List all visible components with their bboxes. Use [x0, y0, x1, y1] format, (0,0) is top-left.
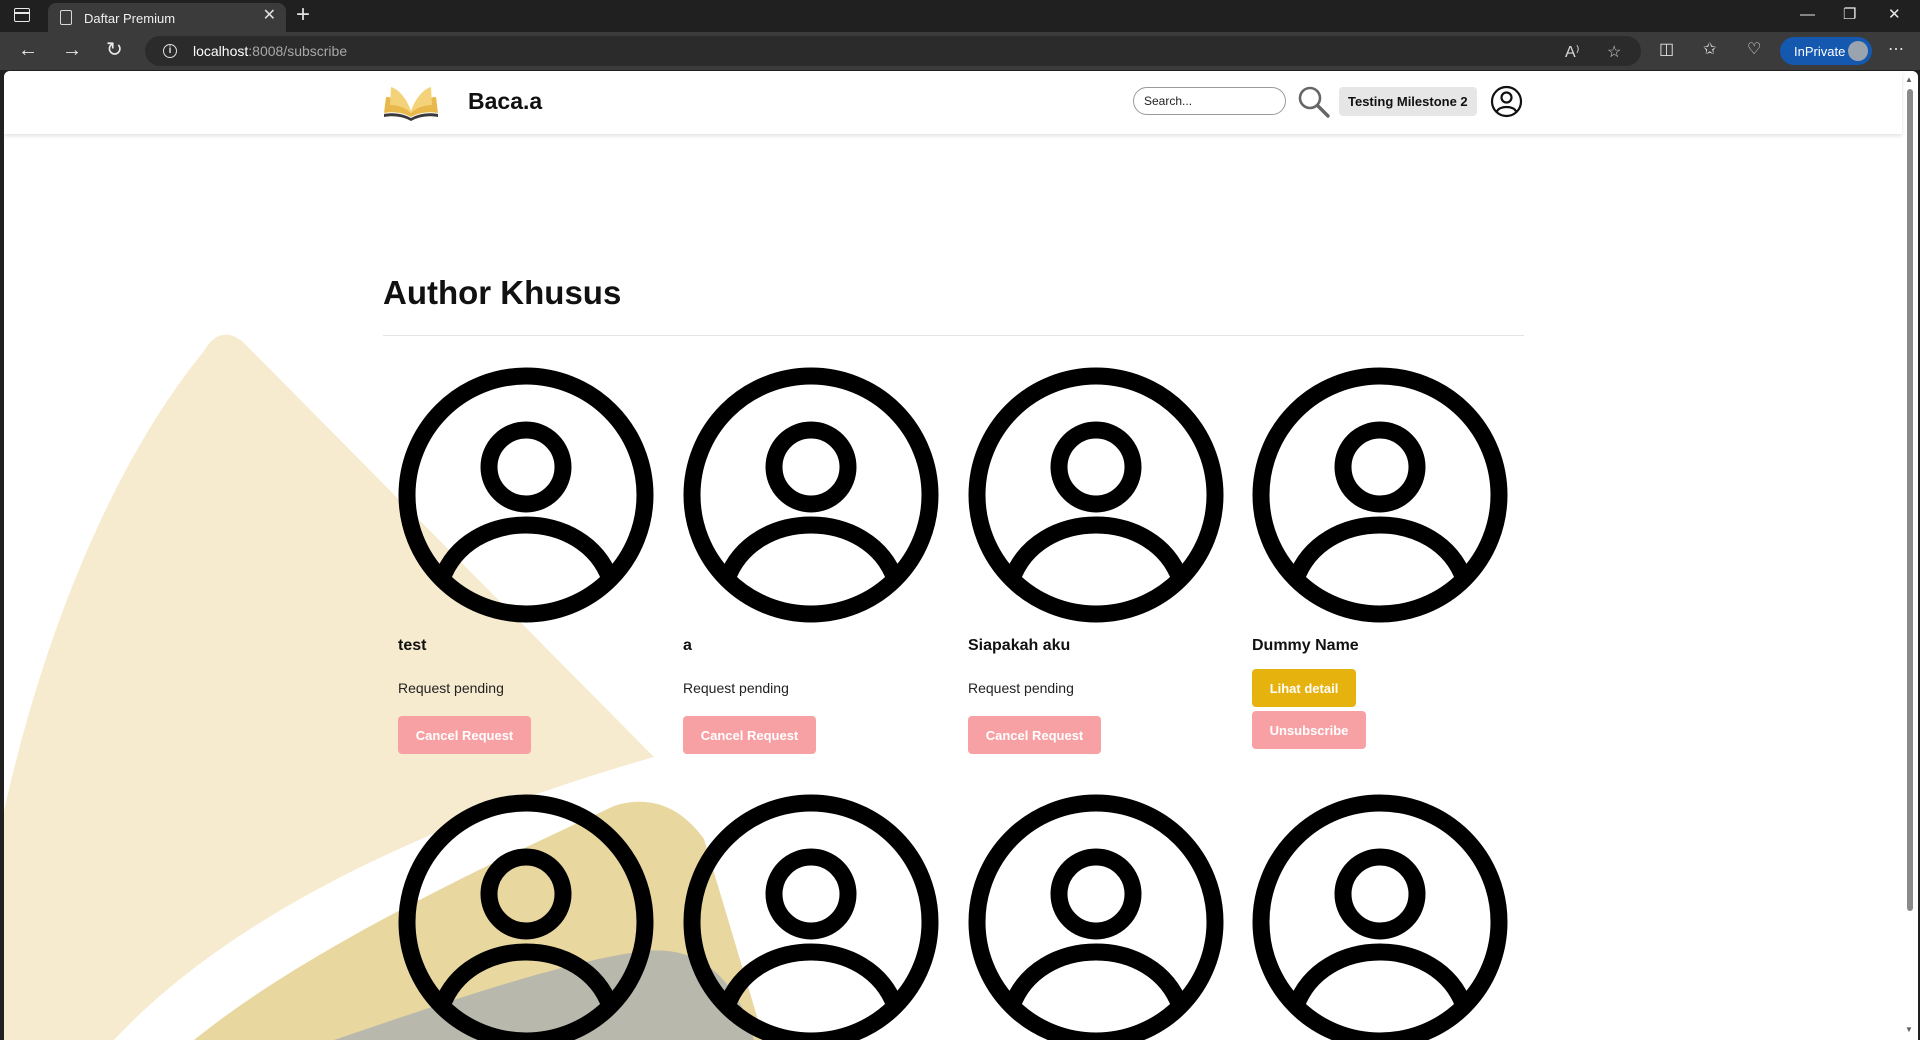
close-window-icon[interactable]: ✕	[1888, 6, 1901, 24]
main-content: Author Khusus test Request pending Cance…	[4, 134, 1902, 1040]
author-avatar-icon[interactable]	[683, 794, 939, 1040]
back-icon[interactable]: ←	[18, 40, 38, 60]
author-avatar-icon[interactable]	[683, 367, 939, 623]
new-tab-icon[interactable]: +	[296, 2, 310, 28]
address-field[interactable]: i localhost:8008/subscribe A⁾ ☆	[145, 36, 1641, 66]
view-detail-button[interactable]: Lihat detail	[1252, 669, 1356, 707]
profile-avatar	[1848, 41, 1868, 61]
inprivate-badge[interactable]: InPrivate	[1780, 37, 1872, 65]
cancel-request-button[interactable]: Cancel Request	[683, 716, 816, 754]
close-tab-icon[interactable]: ✕	[263, 8, 276, 24]
book-logo-icon[interactable]	[382, 83, 440, 121]
more-menu-icon[interactable]: ⋯	[1888, 41, 1904, 59]
brand-name[interactable]: Baca.a	[468, 88, 542, 115]
url-text[interactable]: localhost:8008/subscribe	[193, 43, 347, 59]
search-input[interactable]	[1133, 87, 1286, 115]
browser-tab-bar: Daftar Premium ✕ + — ❐ ✕	[0, 0, 1920, 32]
author-name: a	[683, 637, 692, 654]
profile-icon[interactable]	[1490, 85, 1523, 118]
search-icon[interactable]	[1297, 85, 1331, 119]
split-screen-icon[interactable]: ◫	[1659, 41, 1674, 59]
request-status: Request pending	[968, 680, 1074, 696]
browser-essentials-icon[interactable]: ♡	[1747, 41, 1761, 59]
user-name-badge[interactable]: Testing Milestone 2	[1339, 87, 1477, 116]
request-status: Request pending	[683, 680, 789, 696]
minimize-icon[interactable]: —	[1800, 6, 1815, 24]
tab-actions-icon[interactable]	[14, 8, 30, 22]
page-scrollbar[interactable]: ▲ ▼	[1902, 71, 1918, 1040]
read-aloud-icon[interactable]: A⁾	[1565, 42, 1580, 62]
author-name: Dummy Name	[1252, 637, 1359, 654]
author-avatar-icon[interactable]	[968, 794, 1224, 1040]
url-path: :8008/subscribe	[248, 43, 348, 59]
title-divider	[383, 335, 1524, 336]
scrollbar-thumb[interactable]	[1907, 89, 1913, 911]
author-name: test	[398, 637, 427, 654]
author-avatar-icon[interactable]	[1252, 794, 1508, 1040]
forward-icon[interactable]: →	[62, 40, 82, 60]
browser-tab[interactable]: Daftar Premium ✕	[48, 3, 286, 32]
cancel-request-button[interactable]: Cancel Request	[968, 716, 1101, 754]
cancel-request-button[interactable]: Cancel Request	[398, 716, 531, 754]
author-avatar-icon[interactable]	[398, 794, 654, 1040]
favorites-icon[interactable]: ✩	[1703, 41, 1716, 59]
author-avatar-icon[interactable]	[398, 367, 654, 623]
tab-title: Daftar Premium	[84, 11, 176, 26]
page-viewport: Baca.a Testing Milestone 2 Author Khusus…	[4, 71, 1918, 1040]
address-toolbar: ← → ↻ i localhost:8008/subscribe A⁾ ☆ ◫ …	[0, 32, 1920, 70]
page-title: Author Khusus	[383, 274, 622, 311]
author-name: Siapakah aku	[968, 637, 1071, 654]
inprivate-label: InPrivate	[1794, 44, 1846, 59]
refresh-icon[interactable]: ↻	[106, 40, 123, 60]
site-info-icon[interactable]: i	[163, 44, 177, 58]
scroll-up-icon[interactable]: ▲	[1905, 75, 1913, 84]
page-icon	[60, 10, 72, 25]
site-navbar: Baca.a Testing Milestone 2	[4, 71, 1902, 134]
request-status: Request pending	[398, 680, 504, 696]
author-avatar-icon[interactable]	[968, 367, 1224, 623]
author-avatar-icon[interactable]	[1252, 367, 1508, 623]
url-host: localhost	[193, 43, 249, 59]
scroll-down-icon[interactable]: ▼	[1905, 1025, 1913, 1034]
unsubscribe-button[interactable]: Unsubscribe	[1252, 711, 1366, 749]
favorite-star-icon[interactable]: ☆	[1607, 42, 1621, 62]
restore-icon[interactable]: ❐	[1843, 6, 1856, 24]
